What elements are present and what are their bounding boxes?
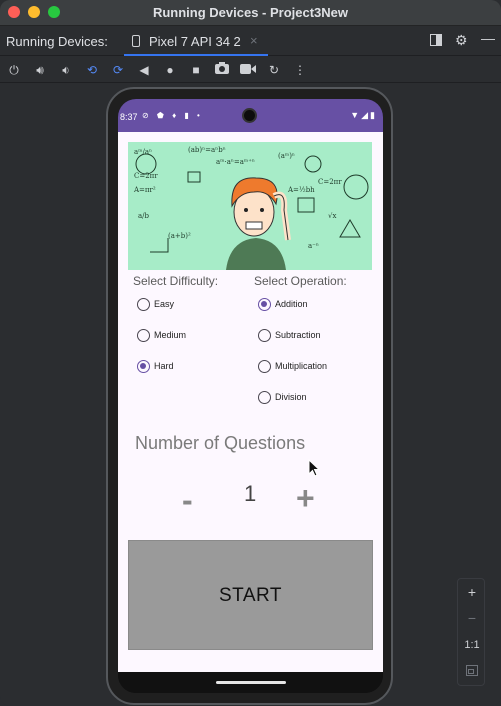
rotate-right-icon[interactable]: ⟳ [109, 61, 127, 79]
student-illustration [226, 177, 291, 270]
reset-icon[interactable]: ↻ [265, 61, 283, 79]
camera-icon[interactable] [213, 61, 231, 79]
radio-button-checked[interactable] [258, 298, 271, 311]
layout-toggle-icon[interactable] [430, 33, 442, 49]
ide-window: Running Devices - Project3New Running De… [0, 0, 501, 706]
app-screen: aᵐ/aⁿ (ab)ⁿ=aⁿbⁿ aᵐ·aⁿ=aᵐ⁺ⁿ (aᵐ)ⁿ C=2πr … [118, 132, 383, 672]
num-questions-value: 1 [244, 481, 257, 506]
radio-label: Subtraction [275, 330, 321, 340]
device-frame: 8:37 ⊘ ⬟ ♦ ▮ • ▼◢▮ aᵐ/aⁿ (ab)ⁿ=aⁿbⁿ aᵐ·a… [106, 87, 393, 705]
radio-label: Hard [154, 361, 174, 371]
status-notification-icons: ⊘ ⬟ ♦ ▮ • [142, 111, 203, 120]
radio-button[interactable] [258, 329, 271, 342]
overview-icon[interactable]: ■ [187, 61, 205, 79]
radio-button-checked[interactable] [137, 360, 150, 373]
phone-icon [132, 35, 140, 47]
volume-up-icon[interactable]: 🔊︎ [31, 61, 49, 79]
radio-button[interactable] [258, 360, 271, 373]
power-icon[interactable]: ⏻ [5, 61, 23, 79]
radio-label: Division [275, 392, 307, 402]
radio-button[interactable] [258, 391, 271, 404]
increment-button[interactable]: + [296, 482, 315, 514]
zoom-in-button[interactable]: + [458, 584, 486, 600]
minimize-panel-icon[interactable]: — [481, 30, 495, 46]
more-icon[interactable]: ⋮ [291, 61, 309, 79]
radio-button[interactable] [137, 298, 150, 311]
radio-label: Easy [154, 299, 175, 309]
tool-window-header: Running Devices: Pixel 7 API 34 2 × ⚙ — [0, 27, 501, 56]
radio-label: Multiplication [275, 361, 328, 371]
tool-window-label: Running Devices: [6, 34, 108, 49]
back-icon[interactable]: ◀ [135, 61, 153, 79]
home-gesture-pill[interactable] [216, 681, 286, 684]
radio-label: Addition [275, 299, 308, 309]
emulator-toolbar: ⏻ 🔊︎ 🔉︎ ⟲ ⟳ ◀ ● ■ ↻ ⋮ [0, 57, 501, 83]
decrement-button[interactable]: - [182, 484, 193, 516]
front-camera [242, 108, 257, 123]
num-questions-label: Number of Questions [135, 433, 306, 453]
screen-record-icon[interactable] [239, 61, 257, 79]
status-bar: 8:37 ⊘ ⬟ ♦ ▮ • ▼◢▮ [118, 99, 383, 132]
device-tab-label: Pixel 7 API 34 2 [149, 34, 241, 49]
radio-button[interactable] [137, 329, 150, 342]
radio-label: Medium [154, 330, 187, 340]
zoom-out-button[interactable]: − [458, 610, 486, 626]
fit-screen-icon[interactable] [458, 663, 486, 679]
status-time: 8:37 [120, 112, 138, 122]
start-button[interactable]: START [128, 540, 373, 650]
gear-icon[interactable]: ⚙ [455, 32, 468, 49]
device-tab[interactable]: Pixel 7 API 34 2 × [124, 27, 268, 56]
operation-label: Select Operation: [254, 274, 347, 288]
zoom-controls: + − 1:1 [457, 578, 485, 686]
difficulty-label: Select Difficulty: [133, 274, 219, 288]
tab-close-icon[interactable]: × [250, 33, 258, 48]
status-system-icons: ▼◢▮ [350, 110, 377, 120]
device-screen: 8:37 ⊘ ⬟ ♦ ▮ • ▼◢▮ aᵐ/aⁿ (ab)ⁿ=aⁿbⁿ aᵐ·a… [118, 99, 383, 693]
actual-size-button[interactable]: 1:1 [458, 639, 486, 651]
volume-down-icon[interactable]: 🔉︎ [57, 61, 75, 79]
hero-image: aᵐ/aⁿ (ab)ⁿ=aⁿbⁿ aᵐ·aⁿ=aᵐ⁺ⁿ (aᵐ)ⁿ C=2πr … [128, 142, 372, 270]
home-icon[interactable]: ● [161, 61, 179, 79]
title-bar: Running Devices - Project3New [0, 0, 501, 26]
window-title: Running Devices - Project3New [152, 5, 349, 20]
gesture-nav-bar [118, 672, 383, 693]
mouse-cursor-icon [308, 459, 320, 477]
rotate-left-icon[interactable]: ⟲ [83, 61, 101, 79]
